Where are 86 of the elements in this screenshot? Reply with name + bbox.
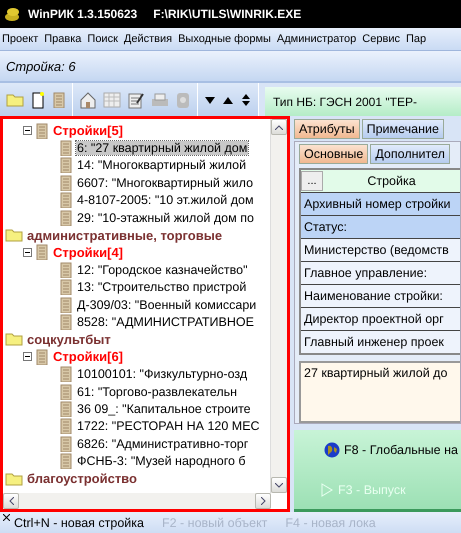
tab[interactable]: Основные — [299, 144, 368, 164]
building-icon — [59, 384, 73, 400]
menu-item[interactable]: Выходные формы — [176, 33, 275, 45]
tree-item[interactable]: 4-8107-2005: "10 эт.жилой дом — [76, 193, 255, 208]
building-icon — [59, 418, 73, 434]
window-title: WinРИК 1.3.150623 — [28, 7, 138, 21]
building-icon — [59, 453, 73, 470]
description-field[interactable]: 27 квартирный жилой до — [299, 361, 460, 423]
building-icon — [35, 122, 49, 139]
menu-item[interactable]: Поиск — [85, 33, 122, 45]
building-icon — [59, 210, 73, 226]
tree-item[interactable]: 10100101: "Физкультурно-озд — [76, 367, 248, 382]
move-up-down-icon[interactable] — [240, 94, 252, 106]
property-row[interactable]: Министерство (ведомств — [301, 238, 460, 261]
home-icon[interactable] — [79, 90, 97, 108]
property-row[interactable]: Главное управление: — [301, 261, 460, 284]
menu-item[interactable]: Пар — [404, 33, 430, 45]
collapse-icon[interactable] — [23, 248, 32, 257]
tree-item[interactable]: 36 09_: "Капитальное строите — [76, 402, 252, 416]
collapse-icon[interactable] — [23, 352, 32, 362]
action-button[interactable]: F8 - Глобальные на — [294, 442, 461, 458]
group-label[interactable]: Стройки[4] — [52, 244, 124, 260]
folder-label[interactable]: благоустройство — [26, 471, 138, 486]
building-icon — [59, 436, 73, 452]
column-header: Стройка — [366, 174, 417, 188]
tree-item[interactable]: 1722: "РЕСТОРАН НА 120 МЕС — [76, 419, 261, 434]
tree-item[interactable]: 29: "10-этажный жилой дом по — [76, 210, 255, 225]
collapse-icon[interactable] — [23, 126, 32, 136]
menu-item[interactable]: Администратор — [274, 33, 360, 45]
building-icon — [59, 314, 73, 330]
tree-item[interactable]: 14: "Многоквартирный жилой — [76, 158, 248, 172]
tree-item[interactable]: ФСНБ-3: "Музей народного б — [76, 454, 247, 468]
building-icon — [59, 174, 73, 191]
play-icon — [320, 482, 334, 497]
folder-icon — [5, 472, 23, 486]
folder-label[interactable]: административные, торговые — [26, 228, 224, 243]
tab[interactable]: Атрибуты — [294, 119, 360, 139]
scroll-right-icon[interactable] — [255, 493, 271, 509]
property-row[interactable]: Директор проектной орг — [301, 307, 460, 330]
globe-icon — [324, 442, 340, 458]
ellipsis-button[interactable]: ... — [301, 171, 323, 191]
file-path: F:\RIK\UTILS\WINRIK.EXE — [153, 7, 302, 21]
tree-item[interactable]: 13: "Строительство пристрой — [76, 280, 248, 294]
tree-item[interactable]: 6607: "Многоквартирный жило — [76, 176, 254, 190]
building-icon — [59, 140, 73, 156]
building-icon[interactable] — [52, 92, 66, 108]
shortcut-hint: Ctrl+N - новая стройка — [14, 516, 144, 530]
property-row[interactable]: Статус: — [301, 215, 460, 238]
property-row[interactable]: Архивный номер стройки — [301, 192, 460, 215]
folder-icon — [5, 332, 23, 346]
current-object-label: Стройка: 6 — [0, 51, 461, 83]
tab[interactable]: Примечание — [362, 119, 444, 139]
tree-item[interactable]: Д-309/03: "Военный комиссари — [76, 298, 258, 312]
tree-item[interactable]: 8528: "АДМИНИСТРАТИВНОЕ — [76, 314, 255, 329]
building-icon — [59, 366, 73, 382]
building-icon — [59, 157, 73, 174]
group-label[interactable]: Стройки[6] — [52, 349, 124, 364]
building-icon — [59, 262, 73, 278]
folder-icon — [5, 228, 23, 242]
tab[interactable]: Дополнител — [370, 144, 450, 164]
scroll-up-icon[interactable] — [271, 119, 287, 135]
norm-base-label: Тип НБ: ГЭСН 2001 "ТЕР- — [265, 87, 461, 116]
notepad-icon[interactable] — [127, 90, 145, 108]
tree-item[interactable]: 61: "Торгово-развлекательн — [76, 384, 238, 399]
building-icon — [35, 348, 49, 365]
building-icon — [59, 400, 73, 417]
tree-item[interactable]: 6826: "Административно-торг — [76, 436, 250, 451]
scroll-left-icon[interactable] — [3, 493, 19, 509]
group-label[interactable]: Стройки[5] — [52, 123, 124, 138]
property-row[interactable]: Наименование стройки: — [301, 284, 460, 307]
tree-item[interactable]: 6: "27 квартирный жилой дом — [76, 141, 248, 156]
folder-label[interactable]: соцкультбыт — [26, 332, 112, 347]
menu-item[interactable]: Сервис — [360, 33, 404, 45]
close-icon[interactable] — [3, 514, 10, 521]
building-icon — [59, 192, 73, 208]
menu-item[interactable]: Проект — [0, 33, 42, 45]
menu-item[interactable]: Правка — [42, 33, 86, 45]
building-icon — [35, 244, 49, 260]
scroll-down-icon[interactable] — [271, 477, 287, 493]
menu-item[interactable]: Действия — [122, 33, 176, 45]
property-row[interactable]: Главный инженер проек — [301, 330, 460, 353]
building-icon — [59, 296, 73, 313]
building-icon — [59, 279, 73, 296]
new-document-icon[interactable] — [30, 90, 46, 108]
tree-item[interactable]: 12: "Городское казначейство" — [76, 262, 249, 277]
coins-icon — [4, 6, 22, 22]
